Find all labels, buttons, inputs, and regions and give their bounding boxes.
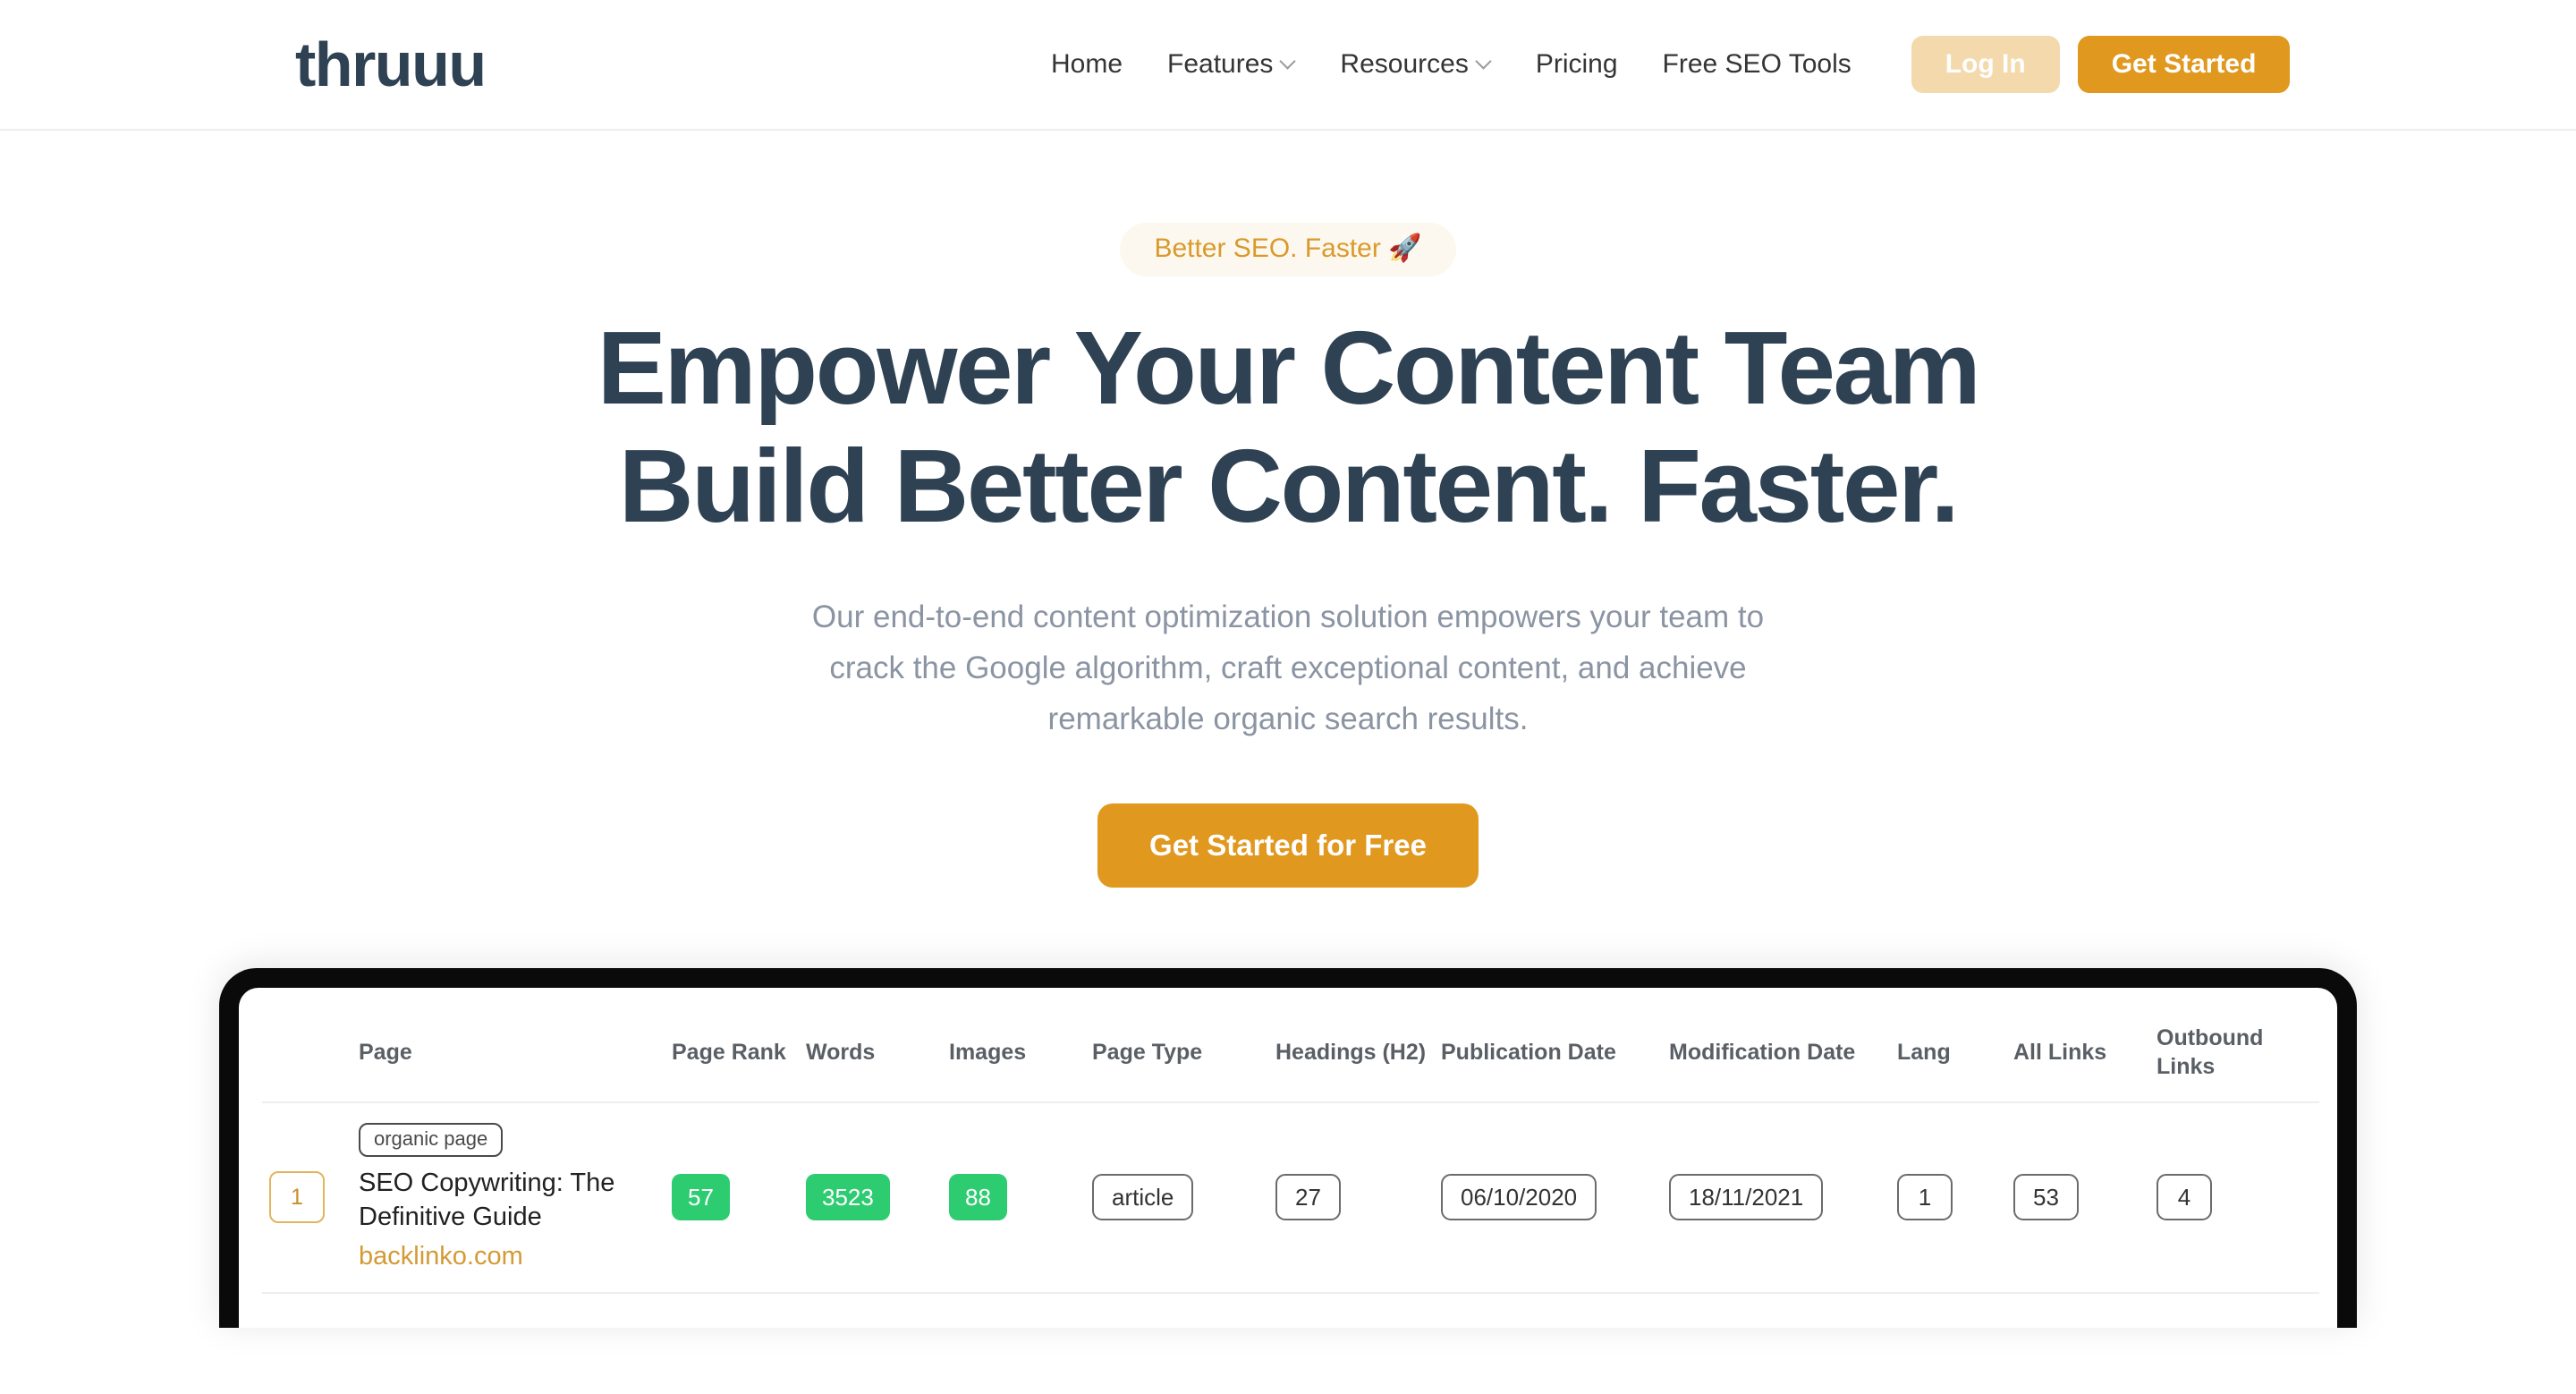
table-row[interactable]: 1 organic page SEO Copywriting: The Defi…	[262, 1102, 2319, 1293]
column-header-lang[interactable]: Lang	[1890, 1007, 2006, 1102]
seo-results-table: Page Page Rank Words Images Page Type He…	[262, 1007, 2319, 1294]
cell-publication-date: 06/10/2020	[1434, 1102, 1662, 1293]
column-header-publication-date[interactable]: Publication Date	[1434, 1007, 1662, 1102]
publication-date-chip: 06/10/2020	[1441, 1174, 1597, 1221]
subtitle-line-3: remarkable organic search results.	[1047, 701, 1529, 736]
cell-page-type: article	[1085, 1102, 1268, 1293]
nav-item-label: Pricing	[1535, 49, 1618, 79]
nav-item-label: Features	[1167, 49, 1274, 79]
table-header-row: Page Page Rank Words Images Page Type He…	[262, 1007, 2319, 1102]
table-header: Page Page Rank Words Images Page Type He…	[262, 1007, 2319, 1102]
cell-images: 88	[942, 1102, 1085, 1293]
cell-rank: 1	[262, 1102, 352, 1293]
images-badge: 88	[949, 1174, 1007, 1221]
headings-chip: 27	[1275, 1174, 1341, 1221]
cell-modification-date: 18/11/2021	[1662, 1102, 1890, 1293]
nav-item-label: Free SEO Tools	[1662, 49, 1852, 79]
headline-line-2: Build Better Content. Faster.	[618, 428, 1960, 545]
page-type-chip: article	[1092, 1174, 1194, 1221]
column-header-words[interactable]: Words	[799, 1007, 942, 1102]
device-screen: Page Page Rank Words Images Page Type He…	[239, 987, 2337, 1328]
get-started-for-free-button[interactable]: Get Started for Free	[1097, 803, 1479, 888]
column-header-all-links[interactable]: All Links	[2006, 1007, 2149, 1102]
column-header-page-type[interactable]: Page Type	[1085, 1007, 1268, 1102]
get-started-button[interactable]: Get Started	[2077, 36, 2291, 93]
chevron-down-icon	[1281, 55, 1295, 69]
table-body: 1 organic page SEO Copywriting: The Defi…	[262, 1102, 2319, 1293]
site-header: thruuu Home Features Resources Pricing F…	[0, 0, 2576, 131]
chevron-down-icon	[1477, 55, 1491, 69]
subtitle-line-2: crack the Google algorithm, craft except…	[829, 650, 1747, 686]
column-header-page[interactable]: Page	[352, 1007, 665, 1102]
logo[interactable]: thruuu	[295, 33, 487, 96]
column-header-images[interactable]: Images	[942, 1007, 1085, 1102]
main-navigation: Home Features Resources Pricing Free SEO…	[1029, 36, 2291, 93]
column-header-rank[interactable]	[262, 1007, 352, 1102]
page-title: Empower Your Content Team Build Better C…	[0, 309, 2576, 545]
modification-date-chip: 18/11/2021	[1669, 1174, 1824, 1221]
page-title-text[interactable]: SEO Copywriting: The Definitive Guide	[359, 1166, 657, 1235]
lang-chip: 1	[1897, 1174, 1953, 1221]
cell-page: organic page SEO Copywriting: The Defini…	[352, 1102, 665, 1293]
nav-item-home[interactable]: Home	[1029, 49, 1145, 80]
nav-item-label: Resources	[1340, 49, 1469, 79]
headline-line-1: Empower Your Content Team	[597, 310, 1981, 426]
cta-container: Get Started for Free	[0, 803, 2576, 888]
cell-headings: 27	[1268, 1102, 1434, 1293]
nav-item-free-seo-tools[interactable]: Free SEO Tools	[1640, 49, 1874, 80]
column-header-headings[interactable]: Headings (H2)	[1268, 1007, 1434, 1102]
device-frame: Page Page Rank Words Images Page Type He…	[219, 967, 2357, 1328]
rank-badge: 1	[269, 1171, 325, 1224]
subtitle-line-1: Our end-to-end content optimization solu…	[811, 599, 1765, 635]
hero-badge: Better SEO. Faster 🚀	[1120, 223, 1456, 276]
nav-item-label: Home	[1051, 49, 1123, 79]
nav-item-pricing[interactable]: Pricing	[1513, 49, 1640, 80]
nav-item-resources[interactable]: Resources	[1318, 49, 1513, 80]
cell-page-rank: 57	[665, 1102, 799, 1293]
column-header-modification-date[interactable]: Modification Date	[1662, 1007, 1890, 1102]
page-rank-badge: 57	[672, 1174, 730, 1221]
outbound-links-chip: 4	[2157, 1174, 2212, 1221]
device-mockup-container: Page Page Rank Words Images Page Type He…	[0, 967, 2576, 1328]
cell-outbound-links: 4	[2149, 1102, 2319, 1293]
login-button[interactable]: Log In	[1911, 36, 2060, 93]
hero-section: Better SEO. Faster 🚀 Empower Your Conten…	[0, 131, 2576, 888]
page-domain-link[interactable]: backlinko.com	[359, 1240, 657, 1272]
cell-all-links: 53	[2006, 1102, 2149, 1293]
all-links-chip: 53	[2013, 1174, 2079, 1221]
cell-lang: 1	[1890, 1102, 2006, 1293]
column-header-page-rank[interactable]: Page Rank	[665, 1007, 799, 1102]
page-type-tag: organic page	[359, 1122, 504, 1157]
words-badge: 3523	[806, 1174, 890, 1221]
hero-subtitle: Our end-to-end content optimization solu…	[689, 592, 1887, 744]
cell-words: 3523	[799, 1102, 942, 1293]
column-header-outbound-links[interactable]: Outbound Links	[2149, 1007, 2319, 1102]
nav-item-features[interactable]: Features	[1145, 49, 1318, 80]
